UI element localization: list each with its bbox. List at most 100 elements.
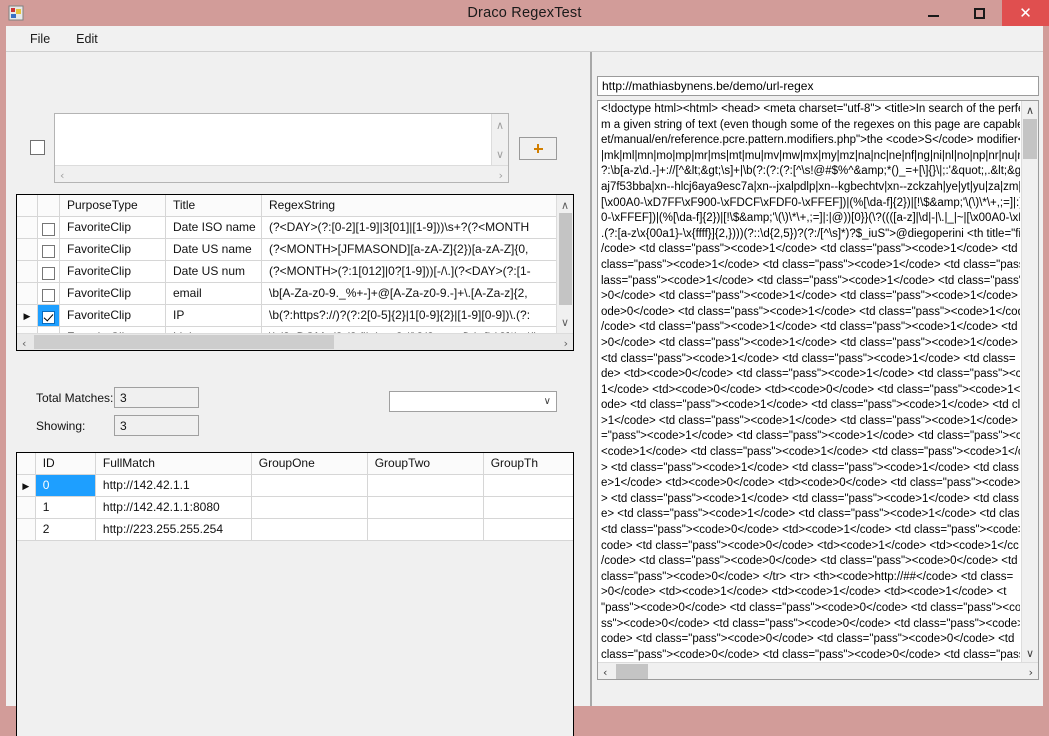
table-row-selected[interactable]: ▶ FavoriteClip IP \b(?:https?://)?(?:2[0… — [17, 305, 573, 327]
column-groupthree[interactable]: GroupTh — [484, 453, 573, 474]
scroll-up-icon[interactable]: ∧ — [1026, 105, 1034, 116]
cell-regexstring: (?<MONTH>(?:1[012]|0?[1-9]))[-/\.](?<DAY… — [269, 264, 531, 278]
cell-regexstring: \b[A-Za-z0-9._%+-]+@[A-Za-z0-9.-]+\.[A-Z… — [269, 286, 528, 300]
row-checkbox[interactable] — [42, 288, 55, 302]
html-source-line: |mk|ml|mn|mo|mp|mr|ms|mt|mu|mv|mw|mx|my|… — [601, 149, 1020, 162]
column-id[interactable]: ID — [36, 453, 96, 474]
html-source-line: /code> <td class="pass"><code>1</code> <… — [601, 243, 1018, 256]
row-checkbox-cell[interactable] — [38, 261, 60, 282]
column-purposetype[interactable]: PurposeType — [60, 195, 166, 216]
html-source-horizontal-scrollbar[interactable]: ‹ › — [598, 662, 1038, 679]
scroll-down-icon[interactable]: ∨ — [561, 317, 569, 328]
scroll-down-icon[interactable]: ∨ — [1026, 648, 1034, 659]
html-source-line: 1</code> <td><code>0</code> <td><code>0<… — [601, 383, 1020, 396]
cell-title: email — [166, 283, 262, 304]
html-source-line: et/manual/en/reference.pcre.pattern.modi… — [601, 134, 1020, 147]
close-icon: ✕ — [1019, 3, 1032, 22]
table-row[interactable]: FavoriteClip Date US num (?<MONTH>(?:1[0… — [17, 261, 573, 283]
regex-input[interactable] — [55, 114, 493, 166]
chevron-down-icon[interactable]: ∨ — [544, 396, 551, 407]
scroll-left-icon[interactable]: ‹ — [603, 667, 607, 678]
column-fullmatch[interactable]: FullMatch — [96, 453, 252, 474]
html-source-line: "pass"><code>0</code> <td class="pass"><… — [601, 602, 1020, 614]
html-source-line: lass="pass"><code>1</code> <td class="pa… — [601, 274, 1020, 287]
row-checkbox[interactable] — [42, 244, 55, 258]
window-title: Draco RegexTest — [467, 5, 582, 21]
minimize-button[interactable] — [910, 0, 956, 26]
scroll-thumb[interactable] — [34, 335, 334, 349]
html-source-line: class="pass"><code>0</code> <td class="p… — [601, 648, 1020, 661]
table-row[interactable]: FavoriteClip Date US name (?<MONTH>[JFMA… — [17, 239, 573, 261]
cell-title: Date ISO name — [166, 217, 262, 238]
html-source-line: de> <td><code>0</code> <td class="pass">… — [601, 368, 1020, 381]
scroll-thumb[interactable] — [616, 664, 648, 679]
html-source-line: class="pass"><code>1</code> <td class="p… — [601, 258, 1020, 271]
row-checkbox-cell[interactable] — [38, 305, 60, 326]
html-source-line: class="pass"><code>0</code> </tr> <tr> <… — [601, 570, 1014, 583]
filter-combobox[interactable]: ∨ — [389, 391, 557, 412]
regex-grid-horizontal-scrollbar[interactable]: ‹ › — [17, 333, 573, 350]
total-matches-value: 3 — [114, 387, 199, 408]
menu-item-edit[interactable]: Edit — [66, 29, 108, 49]
scroll-right-icon[interactable]: › — [499, 170, 503, 181]
scroll-thumb[interactable] — [1023, 119, 1037, 159]
cell-groupthree — [484, 497, 573, 518]
maximize-button[interactable] — [956, 0, 1002, 26]
html-source-text[interactable]: <!doctype html><html> <head> <meta chars… — [598, 101, 1022, 663]
regex-grid-vertical-scrollbar[interactable]: ∧ ∨ — [556, 195, 573, 333]
menu-item-file[interactable]: File — [20, 29, 60, 49]
regex-input-checkbox[interactable] — [30, 140, 45, 155]
table-row-selected[interactable]: ▶ 0 http://142.42.1.1 — [17, 475, 573, 497]
row-checkbox-cell[interactable] — [38, 217, 60, 238]
source-url-input[interactable]: http://mathiasbynens.be/demo/url-regex — [597, 76, 1039, 96]
column-groupone[interactable]: GroupOne — [252, 453, 368, 474]
menu-bar: File Edit — [6, 26, 1043, 52]
column-regexstring[interactable]: RegexString — [262, 195, 558, 216]
html-source-vertical-scrollbar[interactable]: ∧ ∨ — [1021, 101, 1038, 663]
close-button[interactable]: ✕ — [1002, 0, 1049, 26]
column-grouptwo[interactable]: GroupTwo — [368, 453, 484, 474]
html-source-line: >0</code> <td><code>1</code> <td><code>1… — [601, 586, 1007, 599]
scroll-right-icon[interactable]: › — [1029, 667, 1033, 678]
total-matches-label: Total Matches: — [36, 391, 114, 405]
html-source-line: e> <td class="pass"><code>1</code> <td c… — [601, 508, 1020, 521]
minimize-icon — [927, 15, 939, 17]
table-row[interactable]: 2 http://223.255.255.254 — [17, 519, 573, 541]
regex-list-grid[interactable]: PurposeType Title RegexString FavoriteCl… — [16, 194, 574, 351]
scroll-up-icon[interactable]: ∧ — [561, 200, 569, 211]
scroll-thumb[interactable] — [559, 213, 572, 305]
results-grid[interactable]: ID FullMatch GroupOne GroupTwo GroupTh ▶… — [16, 452, 574, 736]
left-pane: ∧ ∨ ‹ › PurposeType Title RegexString Fa… — [6, 52, 584, 736]
cell-groupthree — [484, 475, 573, 496]
table-row[interactable]: 1 http://142.42.1.1:8080 — [17, 497, 573, 519]
html-source-line: code> <td class="pass"><code>0</code> <t… — [601, 539, 1019, 552]
table-row[interactable]: FavoriteClip email \b[A-Za-z0-9._%+-]+@[… — [17, 283, 573, 305]
maximize-icon — [973, 7, 985, 19]
html-source-line: >0</code> <td class="pass"><code>1</code… — [601, 336, 1018, 349]
row-checkbox[interactable] — [42, 266, 55, 280]
html-source-line: ode> <td class="pass"><code>1</code> <td… — [601, 399, 1020, 412]
cell-title: Date US name — [166, 239, 262, 260]
cell-purposetype: FavoriteClip — [60, 261, 166, 282]
add-regex-button[interactable] — [519, 137, 557, 160]
cell-fullmatch: http://142.42.1.1:8080 — [96, 497, 252, 518]
table-row[interactable]: FavoriteClip Date ISO name (?<DAY>(?:[0-… — [17, 217, 573, 239]
row-checkbox-cell[interactable] — [38, 283, 60, 304]
scroll-down-icon[interactable]: ∨ — [496, 149, 504, 160]
html-source-line: ss"><code>0</code> <td class="pass"><cod… — [601, 617, 1020, 630]
html-source-line: code> <td class="pass"><code>0</code> <t… — [601, 633, 1015, 646]
column-title[interactable]: Title — [166, 195, 262, 216]
scroll-left-icon[interactable]: ‹ — [60, 170, 64, 181]
regex-input-vertical-scrollbar[interactable]: ∧ ∨ — [491, 114, 508, 166]
cell-purposetype: FavoriteClip — [60, 217, 166, 238]
scroll-right-icon[interactable]: › — [564, 338, 568, 349]
scroll-up-icon[interactable]: ∧ — [496, 120, 504, 131]
row-checkbox[interactable] — [42, 222, 55, 236]
row-checkbox[interactable] — [42, 310, 55, 324]
html-source-line: [\x00A0-\xD7FF\xF900-\xFDCF\xFDF0-\xFFEF… — [601, 196, 1020, 209]
row-checkbox-cell[interactable] — [38, 239, 60, 260]
client-area: ∧ ∨ ‹ › PurposeType Title RegexString Fa… — [6, 52, 1043, 736]
scroll-left-icon[interactable]: ‹ — [22, 338, 26, 349]
regex-input-horizontal-scrollbar[interactable]: ‹ › — [55, 165, 508, 182]
cell-regexstring: (?<DAY>(?:[0-2][1-9]|3[01]|[1-9]))\s+?(?… — [269, 220, 530, 234]
